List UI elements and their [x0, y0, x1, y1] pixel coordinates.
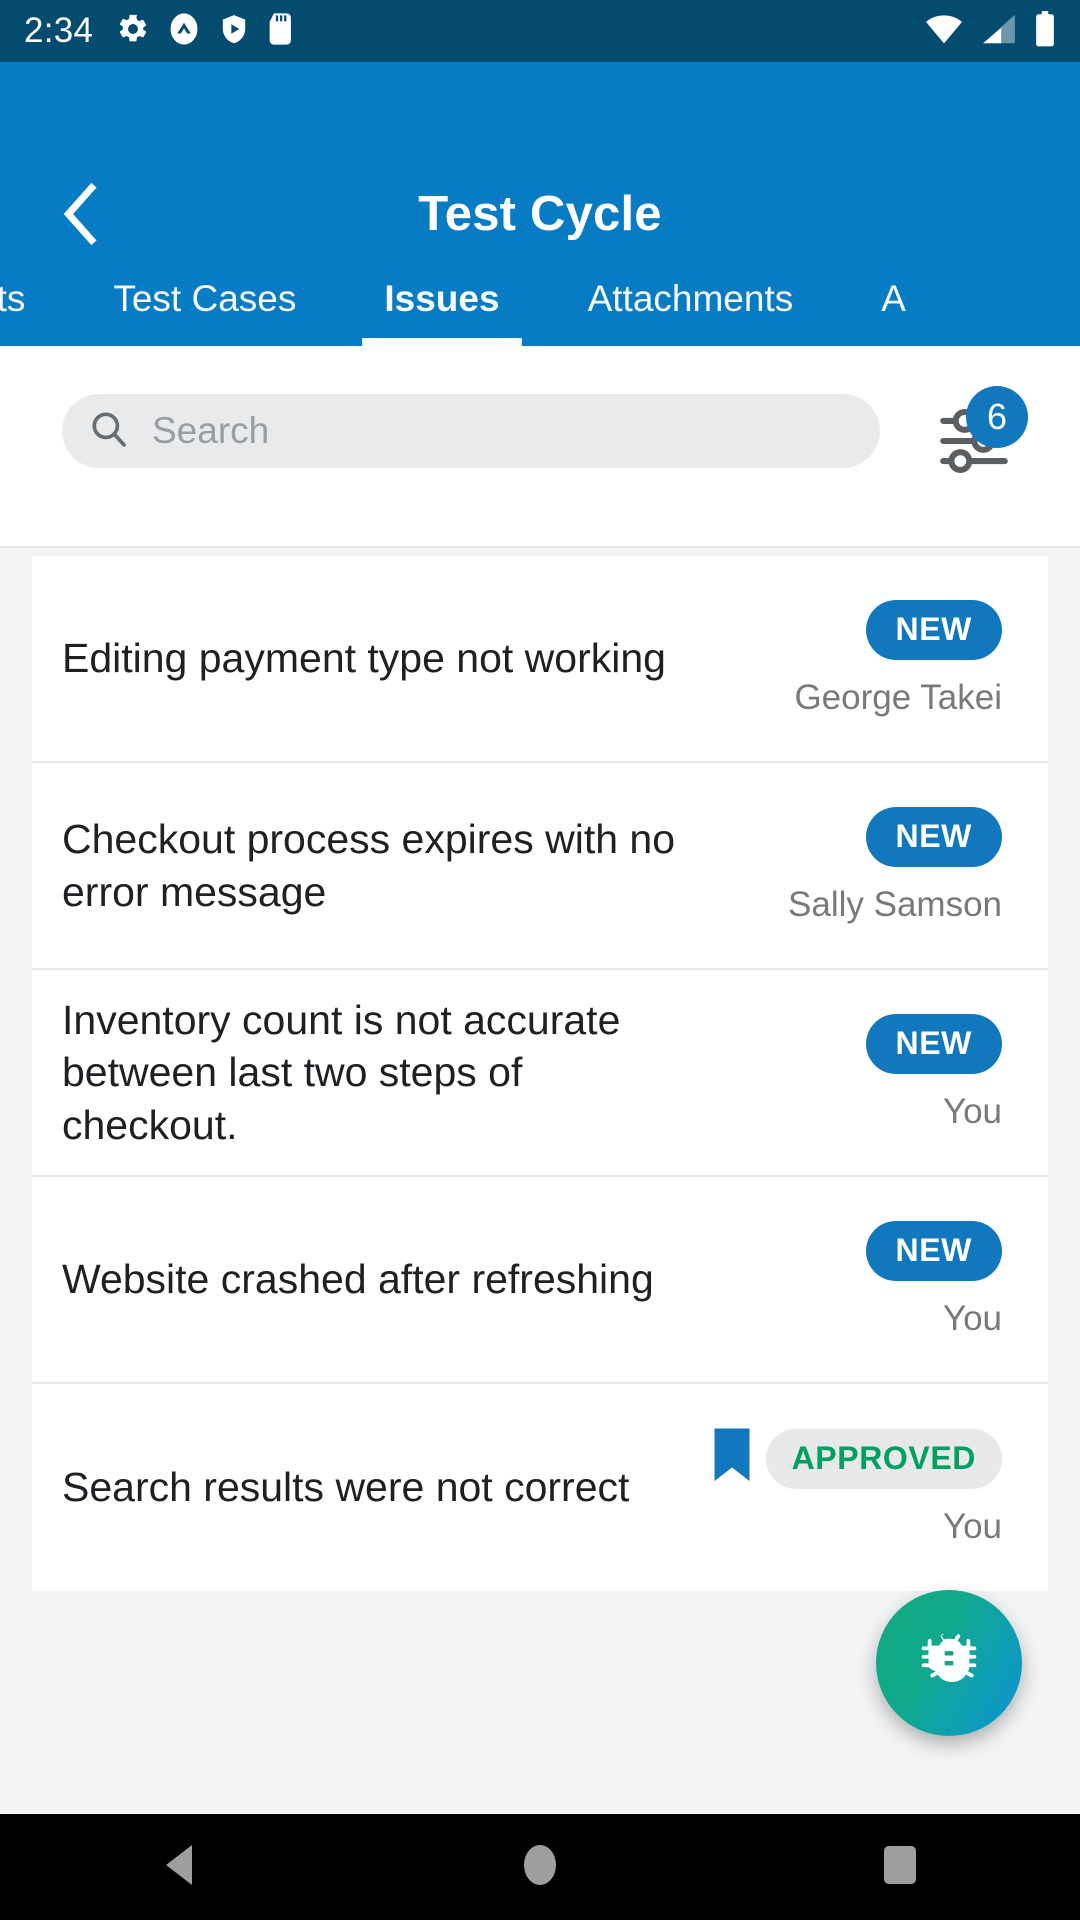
table-row[interactable]: Website crashed after refreshing NEW You	[32, 1177, 1048, 1384]
tab-issues[interactable]: Issues	[340, 252, 543, 346]
issue-badge-line: NEW	[865, 599, 1002, 660]
issue-assignee: You	[942, 1091, 1002, 1131]
tab-screenshots[interactable]: ots	[0, 252, 69, 346]
search-placeholder: Search	[152, 410, 270, 451]
gear-icon	[116, 12, 150, 51]
search-icon	[88, 408, 130, 455]
tab-label: Attachments	[587, 278, 794, 319]
nav-recents-button[interactable]	[820, 1814, 980, 1920]
status-badge: NEW	[865, 599, 1002, 660]
issue-title: Checkout process expires with no error m…	[62, 816, 676, 915]
issue-badge-line: NEW	[865, 1013, 1002, 1074]
search-zone: Search 6	[0, 346, 1080, 548]
shield-play-icon	[218, 12, 250, 51]
issue-badge-line: NEW	[865, 806, 1002, 867]
search-input[interactable]: Search	[62, 394, 880, 468]
app-bar: Test Cycle	[0, 62, 1080, 274]
status-badge: NEW	[865, 1013, 1002, 1074]
tab-label: Issues	[384, 278, 500, 319]
status-badge: APPROVED	[765, 1428, 1002, 1489]
issue-title: Website crashed after refreshing	[62, 1256, 654, 1303]
filter-button[interactable]: 6	[936, 386, 1028, 484]
add-bug-fab[interactable]	[876, 1590, 1022, 1736]
issue-assignee: You	[942, 1298, 1002, 1338]
issue-assignee: Sally Samson	[788, 884, 1002, 924]
wifi-icon	[924, 13, 964, 50]
sd-card-icon	[267, 12, 295, 51]
recents-square-icon	[882, 1842, 918, 1893]
chevron-circle-icon	[167, 12, 201, 51]
issue-assignee: You	[942, 1507, 1002, 1546]
issue-meta: NEW You	[702, 1220, 1002, 1339]
back-triangle-icon	[160, 1843, 200, 1892]
issue-badge-line: APPROVED	[712, 1428, 1002, 1489]
system-nav-bar	[0, 1814, 1080, 1920]
tab-bar[interactable]: ots Test Cases Issues Attachments A	[0, 252, 1080, 346]
table-row[interactable]: Editing payment type not working NEW Geo…	[32, 556, 1048, 763]
tab-label: Test Cases	[113, 278, 297, 319]
table-row[interactable]: Search results were not correct APPROVED…	[32, 1384, 1048, 1591]
tab-label: A	[881, 278, 906, 319]
filter-sliders-icon	[936, 409, 1022, 488]
issue-badge-line: NEW	[865, 1220, 1002, 1281]
issue-title: Inventory count is not accurate between …	[62, 996, 621, 1148]
tab-test-cases[interactable]: Test Cases	[69, 252, 340, 346]
status-bar-left: 2:34	[24, 11, 295, 51]
status-badge: NEW	[865, 1220, 1002, 1281]
issue-meta: NEW George Takei	[702, 599, 1002, 718]
tab-strip: ots Test Cases Issues Attachments A	[0, 252, 950, 346]
table-row[interactable]: Inventory count is not accurate between …	[32, 970, 1048, 1177]
page-title: Test Cycle	[418, 187, 662, 241]
phone-screen: 2:34 Test Cycle ts Test Cases Issues Att…	[0, 0, 1080, 1920]
issues-list: Editing payment type not working NEW Geo…	[32, 556, 1048, 1591]
filter-count-badge: 6	[966, 386, 1028, 448]
home-circle-icon	[522, 1842, 558, 1893]
issue-assignee: George Takei	[794, 677, 1002, 717]
bookmark-icon	[712, 1428, 752, 1489]
tab-label: ots	[0, 278, 26, 319]
issue-meta: APPROVED You	[702, 1428, 1002, 1547]
table-row[interactable]: Checkout process expires with no error m…	[32, 763, 1048, 970]
tab-activity[interactable]: A	[837, 252, 950, 346]
nav-home-button[interactable]	[460, 1814, 620, 1920]
tab-attachments[interactable]: Attachments	[544, 252, 838, 346]
status-bar-right	[924, 10, 1056, 52]
issue-meta: NEW You	[702, 1013, 1002, 1132]
status-bar-clock: 2:34	[24, 11, 94, 50]
battery-icon	[1034, 10, 1056, 52]
issue-title: Search results were not correct	[62, 1464, 630, 1511]
cell-signal-icon	[980, 13, 1018, 50]
issue-title: Editing payment type not working	[62, 635, 666, 682]
status-bar: 2:34	[0, 0, 1080, 62]
bug-icon	[914, 1626, 984, 1701]
issue-meta: NEW Sally Samson	[702, 806, 1002, 925]
nav-back-button[interactable]	[100, 1814, 260, 1920]
status-badge: NEW	[865, 806, 1002, 867]
